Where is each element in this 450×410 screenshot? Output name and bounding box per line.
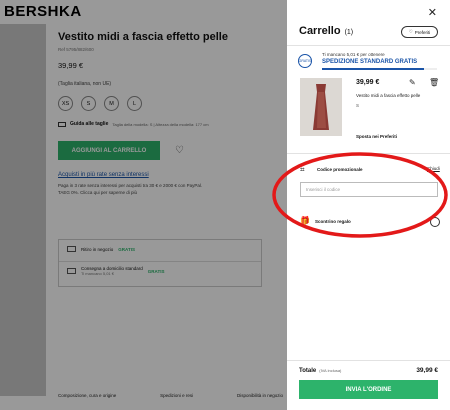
- total-label: Totale (IVA inclusa): [299, 368, 341, 374]
- dress-image: [300, 78, 342, 136]
- divider: [287, 45, 450, 46]
- gift-receipt-radio[interactable]: [430, 217, 440, 227]
- modal-overlay[interactable]: [0, 0, 287, 410]
- cart-title: Carrello (1): [299, 25, 353, 37]
- gift-receipt-label: Scontrino regalo: [315, 219, 351, 224]
- total-vat-note: (IVA inclusa): [319, 368, 342, 373]
- heart-icon: ♡: [408, 29, 413, 34]
- free-shipping-icon: GRATIS: [298, 54, 312, 68]
- promo-close-link[interactable]: Chiudi: [427, 166, 440, 171]
- cart-item-price: 39,99 €: [356, 79, 380, 86]
- shipping-offer: SPEDIZIONE STANDARD GRATIS: [322, 59, 418, 65]
- cart-item-image[interactable]: [300, 78, 342, 136]
- favorites-label: Preferiti: [414, 29, 431, 35]
- cart-count: (1): [344, 29, 354, 36]
- shipping-remaining: Ti mancano 5,01 € per ottenere: [322, 52, 385, 57]
- cart-item-name: Vestito midi a fascia effetto pelle: [356, 93, 421, 98]
- shipping-progress-fill: [322, 68, 425, 70]
- promo-code-input[interactable]: [300, 182, 438, 197]
- favorites-button[interactable]: ♡ Preferiti: [401, 26, 438, 38]
- cart-title-label: Carrello: [299, 25, 341, 37]
- shipping-progress-bar: [322, 68, 437, 70]
- edit-icon[interactable]: ✎: [409, 78, 416, 87]
- promo-code-label: Codice promozionale: [317, 167, 363, 172]
- total-value: 39,99 €: [416, 367, 438, 374]
- promo-tag-icon: ⌗: [300, 165, 305, 174]
- divider: [287, 360, 450, 361]
- close-icon[interactable]: ✕: [428, 6, 437, 19]
- move-to-favorites-link[interactable]: Sposta nei Preferiti: [356, 134, 397, 139]
- checkout-button[interactable]: INVIA L'ORDINE: [299, 380, 438, 399]
- cart-item-size: S: [356, 103, 360, 108]
- trash-icon[interactable]: 🗑: [429, 78, 439, 87]
- cart-drawer: ✕ Carrello (1) ♡ Preferiti GRATIS Ti manc…: [287, 0, 450, 410]
- total-label-text: Totale: [299, 368, 317, 374]
- gift-icon: 🎁: [300, 216, 310, 225]
- divider: [287, 153, 450, 154]
